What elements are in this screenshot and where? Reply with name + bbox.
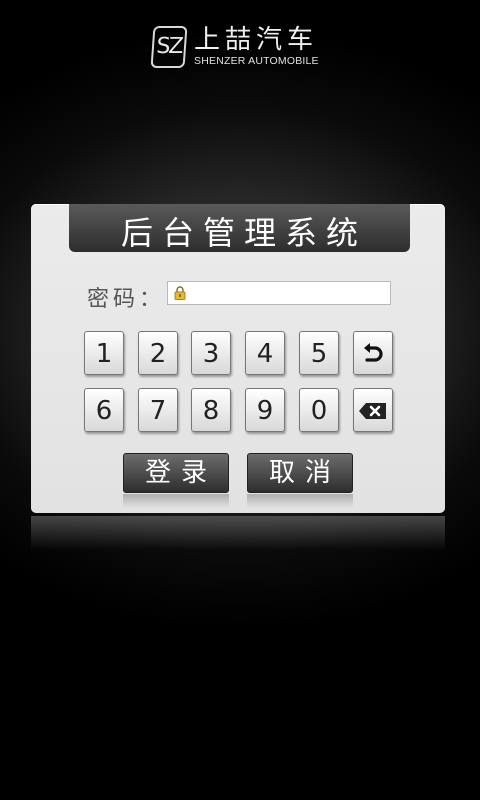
password-field[interactable] [167,281,391,305]
logo-english-name: SHENZER AUTOMOBILE [194,55,319,67]
backspace-key[interactable] [353,388,393,432]
panel-reflection [31,516,445,550]
key-3[interactable]: 3 [191,331,231,375]
key-4[interactable]: 4 [245,331,285,375]
key-6[interactable]: 6 [84,388,124,432]
cancel-button[interactable]: 取消 [247,453,353,493]
key-7[interactable]: 7 [138,388,178,432]
key-5[interactable]: 5 [299,331,339,375]
login-panel: 后台管理系统 密码： 1 2 3 4 5 6 7 8 9 0 登录 取消 [31,204,445,513]
brand-logo: SZ 上喆汽车 SHENZER AUTOMOBILE [150,24,332,72]
key-9[interactable]: 9 [245,388,285,432]
login-button-reflection [123,494,229,508]
key-8[interactable]: 8 [191,388,231,432]
key-0[interactable]: 0 [299,388,339,432]
title-bar: 后台管理系统 [69,204,410,252]
key-1[interactable]: 1 [84,331,124,375]
logo-mark-text: SZ [155,34,183,59]
logo-chinese-name: 上喆汽车 [194,25,319,55]
page-title: 后台管理系统 [120,214,367,252]
lock-icon [174,286,186,300]
key-2[interactable]: 2 [138,331,178,375]
login-button[interactable]: 登录 [123,453,229,493]
logo-mark: SZ [150,26,188,68]
undo-arrow-icon [364,343,383,362]
backspace-icon [359,403,386,419]
password-label: 密码： [87,287,166,312]
undo-key[interactable] [353,331,393,375]
cancel-button-reflection [247,494,353,508]
